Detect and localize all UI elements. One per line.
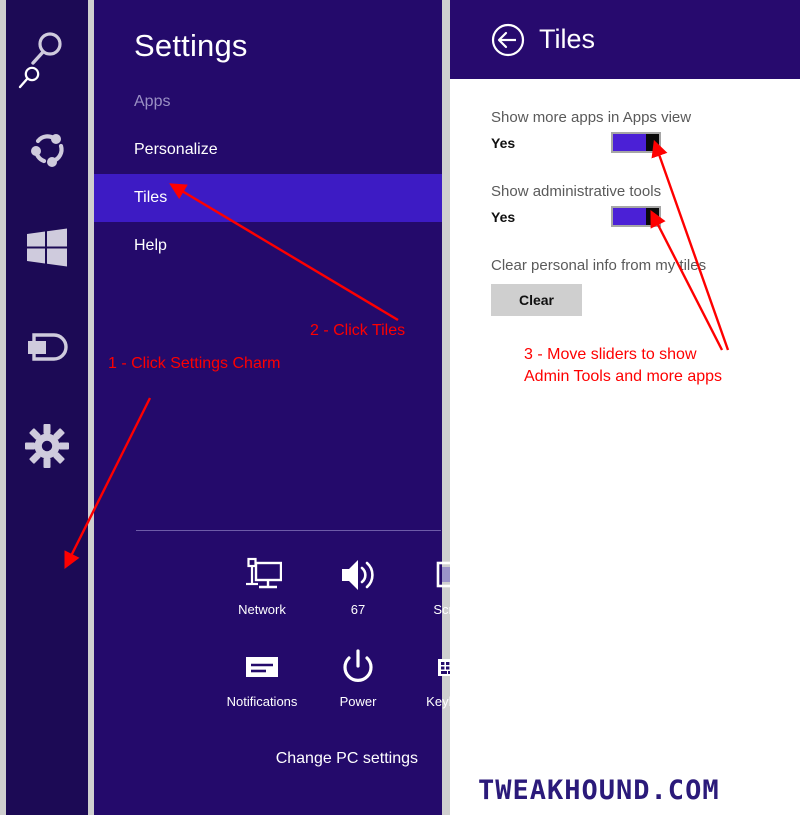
toggle-fill: [613, 134, 646, 151]
toggle-thumb[interactable]: [646, 134, 659, 151]
windows-logo-icon: [26, 228, 68, 268]
option-label-show-more-apps: Show more apps in Apps view: [491, 109, 692, 126]
settings-nav-item-tiles[interactable]: Tiles: [94, 174, 442, 222]
option-row-admin-tools: Yes: [491, 206, 800, 227]
power-icon: [338, 644, 378, 690]
annotation-step-3-line1: 3 - Move sliders to show: [524, 346, 697, 363]
annotation-step-3-line2: Admin Tools and more apps: [524, 368, 723, 385]
screenshot-root: Settings Apps Personalize Tiles Help Net…: [0, 0, 800, 815]
quick-setting-power[interactable]: Power: [310, 644, 406, 736]
charms-bar: [6, 0, 88, 815]
tiles-pane: Tiles Show more apps in Apps view Yes Sh…: [450, 0, 800, 815]
clear-button[interactable]: Clear: [491, 284, 582, 316]
annotation-step-1: 1 - Click Settings Charm: [108, 355, 281, 372]
charms-item-devices[interactable]: [6, 297, 88, 396]
quick-setting-label: Notifications: [226, 694, 298, 709]
settings-title: Settings: [134, 28, 248, 63]
option-label-admin-tools: Show administrative tools: [491, 183, 662, 200]
quick-setting-notifications[interactable]: Notifications: [214, 644, 310, 736]
settings-flyout: Settings Apps Personalize Tiles Help Net…: [94, 0, 482, 815]
option-label-clear-personal-info: Clear personal info from my tiles: [491, 257, 707, 274]
tiles-title: Tiles: [539, 24, 596, 54]
option-value-show-more-apps: Yes: [491, 134, 516, 151]
charms-item-share[interactable]: [6, 99, 88, 198]
settings-nav-item-help[interactable]: Help: [94, 222, 442, 270]
quick-setting-label: Network: [238, 602, 286, 617]
annotation-step-2: 2 - Click Tiles: [310, 322, 406, 339]
quick-setting-label: 67: [350, 602, 366, 617]
quick-setting-network[interactable]: Network: [214, 552, 310, 644]
charms-item-start[interactable]: [6, 198, 88, 297]
volume-icon: [338, 552, 378, 598]
watermark: TWEAKHOUND.COM: [478, 775, 720, 806]
settings-divider: [136, 530, 441, 531]
toggle-show-more-apps[interactable]: [611, 132, 661, 153]
toggle-admin-tools[interactable]: [611, 206, 661, 227]
toggle-fill: [613, 208, 646, 225]
share-icon: [25, 127, 69, 171]
option-row-show-more-apps: Yes: [491, 132, 800, 153]
settings-nav: Apps Personalize Tiles Help: [94, 78, 442, 270]
change-pc-settings-link[interactable]: Change PC settings: [94, 750, 442, 768]
quick-setting-volume[interactable]: 67: [310, 552, 406, 644]
toggle-thumb[interactable]: [646, 208, 659, 225]
option-value-admin-tools: Yes: [491, 208, 516, 225]
notifications-icon: [242, 644, 282, 690]
settings-nav-item-apps[interactable]: Apps: [94, 78, 442, 126]
settings-nav-item-personalize[interactable]: Personalize: [94, 126, 442, 174]
devices-icon: [24, 327, 70, 367]
annotation-step-3: 3 - Move sliders to show Admin Tools and …: [524, 344, 722, 388]
network-icon: [242, 552, 282, 598]
back-arrow-icon[interactable]: [491, 23, 525, 57]
gear-icon: [24, 423, 70, 469]
mouse-cursor-icon: [16, 65, 42, 95]
charms-item-settings[interactable]: [6, 396, 88, 495]
quick-setting-label: Power: [339, 694, 377, 709]
tiles-header: Tiles: [450, 0, 800, 79]
tiles-body: Show more apps in Apps view Yes Show adm…: [450, 79, 800, 316]
